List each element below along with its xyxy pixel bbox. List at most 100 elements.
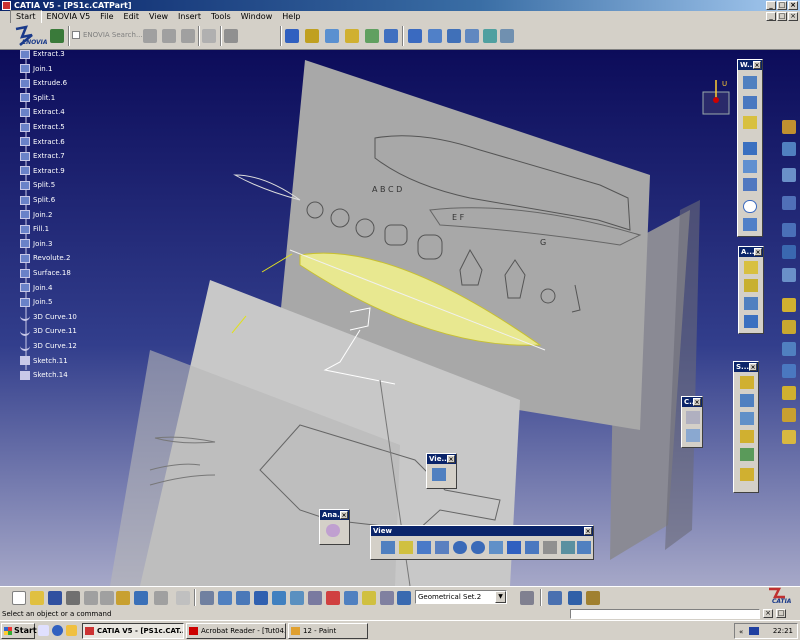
spline-icon[interactable]	[743, 218, 757, 231]
print-icon[interactable]	[66, 591, 80, 605]
chevron-down-icon[interactable]: ▼	[495, 591, 506, 603]
menu-window[interactable]: Window	[236, 11, 278, 23]
analysis-tool-icon[interactable]	[326, 591, 340, 605]
geometry-tool-icon-4[interactable]	[345, 29, 359, 43]
parallel-curve-icon[interactable]	[743, 178, 757, 191]
minimize-button[interactable]: _	[766, 1, 776, 10]
doc-minimize-button[interactable]: _	[766, 12, 776, 21]
plane-icon[interactable]	[743, 116, 757, 129]
projection-icon[interactable]	[743, 142, 757, 155]
surfaces-toolbar-close[interactable]: ×	[754, 248, 762, 256]
snap-point-icon[interactable]	[290, 591, 304, 605]
command-clear-button[interactable]: ×	[763, 609, 773, 618]
enovia-filter-icon[interactable]	[224, 29, 238, 43]
tree-node[interactable]: Split.6	[20, 194, 55, 206]
scaling-icon[interactable]	[782, 408, 796, 422]
wireframe-toolbar-header[interactable]: W... ×	[738, 60, 762, 70]
trim-icon[interactable]	[740, 412, 754, 425]
iso-view-icon[interactable]	[525, 541, 539, 554]
tree-node[interactable]: Sketch.14	[20, 369, 68, 381]
move-tool-icon-2[interactable]	[428, 29, 442, 43]
3d-viewport[interactable]: A B C D E F G Extract.3 Join.1 Extrude.6 Sp…	[0, 50, 800, 586]
cut-icon[interactable]	[84, 591, 98, 605]
undo-icon[interactable]	[134, 591, 148, 605]
menu-help[interactable]: Help	[277, 11, 305, 23]
shading-icon[interactable]	[543, 541, 557, 554]
view-mode-toolbar[interactable]: Vie... ×	[426, 453, 457, 489]
explorer-icon[interactable]	[66, 625, 77, 636]
enovia-connect-icon[interactable]	[50, 29, 64, 43]
tray-network-icon[interactable]	[749, 627, 759, 635]
zoom-in-icon[interactable]	[453, 541, 467, 554]
enovia-save-icon[interactable]	[143, 29, 157, 43]
update-icon[interactable]	[200, 591, 214, 605]
enovia-search-label[interactable]: ENOVIA Search...	[83, 31, 143, 39]
doc-close-button[interactable]: ×	[788, 12, 798, 21]
tree-node[interactable]: Extrude.6	[20, 77, 67, 89]
blend-icon[interactable]	[782, 320, 796, 334]
translate-icon[interactable]	[740, 468, 754, 481]
constraints-toolbar-close[interactable]: ×	[693, 398, 701, 406]
tree-node[interactable]: Join.5	[20, 296, 52, 308]
join-icon[interactable]	[740, 376, 754, 389]
fly-mode-icon[interactable]	[381, 541, 395, 554]
geometrical-set-icon[interactable]	[397, 591, 411, 605]
surface-tool-icon[interactable]	[782, 298, 796, 312]
geometry-tool-icon-5[interactable]	[365, 29, 379, 43]
save-icon[interactable]	[48, 591, 62, 605]
view-toolbar-close[interactable]: ×	[584, 527, 592, 535]
enovia-open-icon[interactable]	[162, 29, 176, 43]
enovia-search-checkbox[interactable]	[72, 31, 80, 39]
task-paint[interactable]: 12 - Paint	[288, 623, 368, 639]
constraint-defined-icon[interactable]	[686, 429, 700, 442]
tree-node[interactable]: Extract.3	[20, 50, 65, 60]
menu-view[interactable]: View	[144, 11, 173, 23]
start-button[interactable]: Start	[1, 623, 37, 639]
offset-icon[interactable]	[782, 342, 796, 356]
geometry-tool-icon-6[interactable]	[384, 29, 398, 43]
move-tool-icon-1[interactable]	[408, 29, 422, 43]
desktop-icon[interactable]	[38, 625, 49, 636]
sweep-icon[interactable]	[744, 297, 758, 310]
operations-toolbar-header[interactable]: S... ×	[734, 362, 758, 372]
hide-show-icon[interactable]	[561, 541, 575, 554]
menu-enovia[interactable]: ENOVIA V5	[42, 11, 96, 23]
tree-node[interactable]: Join.3	[20, 238, 52, 250]
extrapolate-icon[interactable]	[782, 364, 796, 378]
doc-restore-button[interactable]: □	[777, 12, 787, 21]
geometrical-set-dropdown[interactable]: Geometrical Set.2 ▼	[415, 590, 507, 604]
maximize-button[interactable]: □	[777, 1, 787, 10]
tree-node[interactable]: Surface.18	[20, 267, 71, 279]
intersection-icon[interactable]	[743, 160, 757, 173]
view-mode-toolbar-close[interactable]: ×	[447, 455, 455, 463]
tree-node[interactable]: Sketch.11	[20, 355, 68, 367]
tree-node[interactable]: Split.5	[20, 179, 55, 191]
tree-node[interactable]: Extract.9	[20, 165, 65, 177]
enovia-manage-icon[interactable]	[202, 29, 216, 43]
tray-chevron-icon[interactable]: «	[739, 625, 743, 639]
new-file-icon[interactable]	[12, 591, 26, 605]
surfaces-toolbar-header[interactable]: A... ×	[739, 247, 763, 257]
axis-system-icon[interactable]	[218, 591, 232, 605]
normal-view-icon[interactable]	[489, 541, 503, 554]
extract-icon[interactable]	[740, 430, 754, 443]
move-tool-icon-4[interactable]	[465, 29, 479, 43]
sketch-icon[interactable]	[782, 168, 796, 182]
close-button[interactable]: ×	[788, 1, 798, 10]
sketcher-icon[interactable]	[782, 142, 796, 156]
move-tool-icon-6[interactable]	[500, 29, 514, 43]
formula-icon[interactable]	[362, 591, 376, 605]
constraints-toolbar-header[interactable]: C... ×	[682, 397, 702, 407]
analysis-toolbar-close[interactable]: ×	[340, 511, 348, 519]
symmetry-icon[interactable]	[782, 386, 796, 400]
enovia-list-icon[interactable]	[181, 29, 195, 43]
operations-toolbar[interactable]: S... ×	[733, 361, 759, 493]
fit-all-icon[interactable]	[399, 541, 413, 554]
rotate-icon[interactable]	[435, 541, 449, 554]
constraints-toolbar[interactable]: C... ×	[681, 396, 703, 448]
analysis-toolbar[interactable]: Ana... ×	[319, 509, 350, 545]
tree-node[interactable]: Join.1	[20, 63, 52, 75]
task-acrobat[interactable]: Acrobat Reader - [Tut04...	[186, 623, 286, 639]
wireframe-toolbar[interactable]: W... ×	[737, 59, 763, 237]
curve-edit-icon[interactable]	[782, 268, 796, 282]
